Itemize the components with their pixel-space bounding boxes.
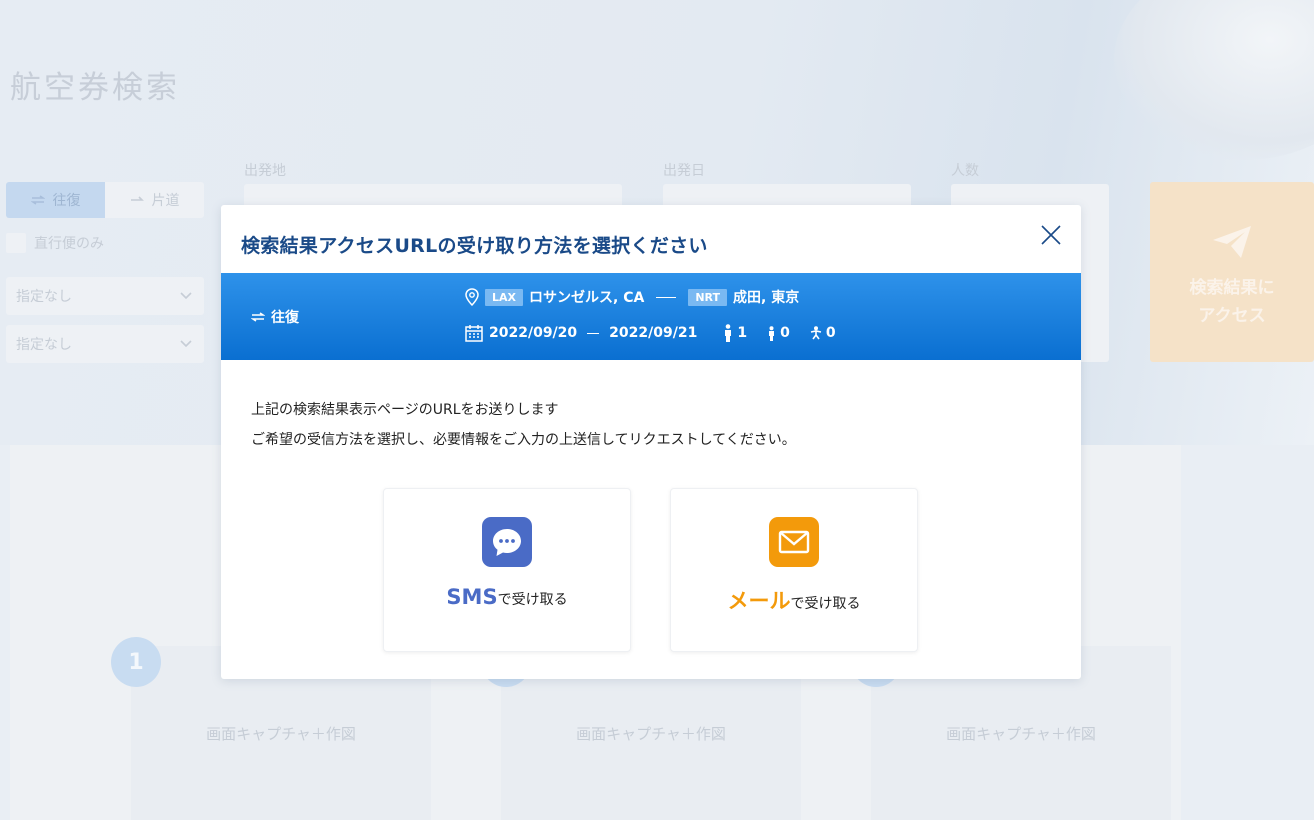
date-passenger-summary: 2022/09/20 2022/09/21 1 0 0 bbox=[465, 324, 836, 342]
mail-option-caption: メールで受け取る bbox=[671, 585, 917, 615]
destination-name: 成田, 東京 bbox=[733, 290, 800, 306]
date-to: 2022/09/21 bbox=[609, 325, 698, 341]
route-separator bbox=[656, 296, 677, 298]
destination-code-tag: NRT bbox=[688, 288, 728, 306]
chevron-down-icon bbox=[180, 292, 192, 300]
sms-icon-tile bbox=[482, 517, 532, 567]
arrow-right-icon bbox=[130, 196, 144, 201]
chevron-down-icon bbox=[180, 340, 192, 348]
swap-arrows-icon bbox=[251, 312, 265, 322]
roundtrip-label: 往復 bbox=[52, 193, 81, 209]
airplane-wing-decoration bbox=[1114, 0, 1314, 160]
mail-suffix: で受け取る bbox=[790, 596, 861, 612]
infant-count-value: 0 bbox=[825, 325, 836, 341]
paper-plane-icon bbox=[1213, 226, 1251, 258]
filter-select-2-value: 指定なし bbox=[16, 337, 72, 353]
filter-select-1[interactable]: 指定なし bbox=[6, 277, 204, 315]
departure-label: 出発地 bbox=[244, 163, 286, 179]
direct-only-label: 直行便のみ bbox=[34, 236, 104, 252]
step-2-placeholder: 画面キャプチャ＋作図 bbox=[576, 724, 726, 743]
adult-count: 1 bbox=[723, 324, 747, 342]
date-separator bbox=[587, 332, 600, 334]
step-3-placeholder: 画面キャプチャ＋作図 bbox=[946, 724, 1096, 743]
infant-icon bbox=[810, 326, 821, 340]
description-line-2: ご希望の受信方法を選択し、必要情報をご入力の上送信してリクエストしてください。 bbox=[251, 432, 796, 448]
oneway-label: 片道 bbox=[151, 193, 180, 209]
sms-option-caption: SMSで受け取る bbox=[384, 585, 630, 609]
url-delivery-modal: 検索結果アクセスURLの受け取り方法を選択ください 往復 LAX ロサンゼルス,… bbox=[221, 205, 1081, 679]
close-icon bbox=[1041, 225, 1061, 245]
sms-suffix: で受け取る bbox=[497, 592, 568, 608]
filter-select-1-value: 指定なし bbox=[16, 289, 72, 305]
sms-option-card[interactable]: SMSで受け取る bbox=[383, 488, 631, 652]
origin-name: ロサンゼルス, CA bbox=[529, 290, 645, 306]
access-button-line2: アクセス bbox=[1198, 306, 1266, 326]
mail-icon-tile bbox=[769, 517, 819, 567]
trip-type-label: 往復 bbox=[271, 310, 299, 326]
swap-arrows-icon bbox=[30, 195, 45, 205]
sms-emphasis: SMS bbox=[446, 585, 498, 609]
description-line-1: 上記の検索結果表示ページのURLをお送りします bbox=[251, 402, 559, 418]
mail-emphasis: メール bbox=[727, 589, 791, 613]
roundtrip-option[interactable]: 往復 bbox=[6, 182, 105, 218]
child-icon bbox=[769, 325, 775, 341]
trip-type-summary: 往復 bbox=[251, 307, 299, 327]
search-results-access-button[interactable]: 検索結果に アクセス bbox=[1150, 182, 1314, 362]
people-label: 人数 bbox=[951, 163, 979, 179]
step-number-1: 1 bbox=[111, 637, 161, 687]
direct-only-row: 直行便のみ bbox=[6, 233, 104, 253]
envelope-icon bbox=[778, 530, 810, 554]
adult-count-value: 1 bbox=[737, 325, 748, 341]
step-1-placeholder: 画面キャプチャ＋作図 bbox=[206, 724, 356, 743]
route-summary: LAX ロサンゼルス, CA NRT 成田, 東京 bbox=[465, 287, 799, 307]
page-title: 航空券検索 bbox=[10, 70, 180, 106]
filter-select-2[interactable]: 指定なし bbox=[6, 325, 204, 363]
location-pin-icon bbox=[465, 288, 479, 306]
adult-icon bbox=[725, 324, 732, 342]
date-from: 2022/09/20 bbox=[489, 325, 578, 341]
search-summary-band: 往復 LAX ロサンゼルス, CA NRT 成田, 東京 2022/09/20 … bbox=[221, 273, 1081, 360]
origin-code-tag: LAX bbox=[485, 288, 524, 306]
modal-title: 検索結果アクセスURLの受け取り方法を選択ください bbox=[241, 235, 708, 257]
oneway-option[interactable]: 片道 bbox=[105, 182, 204, 218]
date-label: 出発日 bbox=[663, 163, 705, 179]
child-count-value: 0 bbox=[780, 325, 790, 341]
mail-option-card[interactable]: メールで受け取る bbox=[670, 488, 918, 652]
trip-type-toggle: 往復 片道 bbox=[6, 182, 204, 218]
modal-description: 上記の検索結果表示ページのURLをお送りします ご希望の受信方法を選択し、必要情… bbox=[251, 395, 796, 455]
access-button-line1: 検索結果に bbox=[1189, 278, 1275, 298]
calendar-icon bbox=[465, 325, 483, 342]
child-count: 0 bbox=[767, 325, 790, 341]
direct-only-checkbox[interactable] bbox=[6, 233, 26, 253]
chat-bubble-icon bbox=[493, 529, 521, 556]
infant-count: 0 bbox=[810, 325, 836, 341]
close-button[interactable] bbox=[1039, 223, 1063, 247]
